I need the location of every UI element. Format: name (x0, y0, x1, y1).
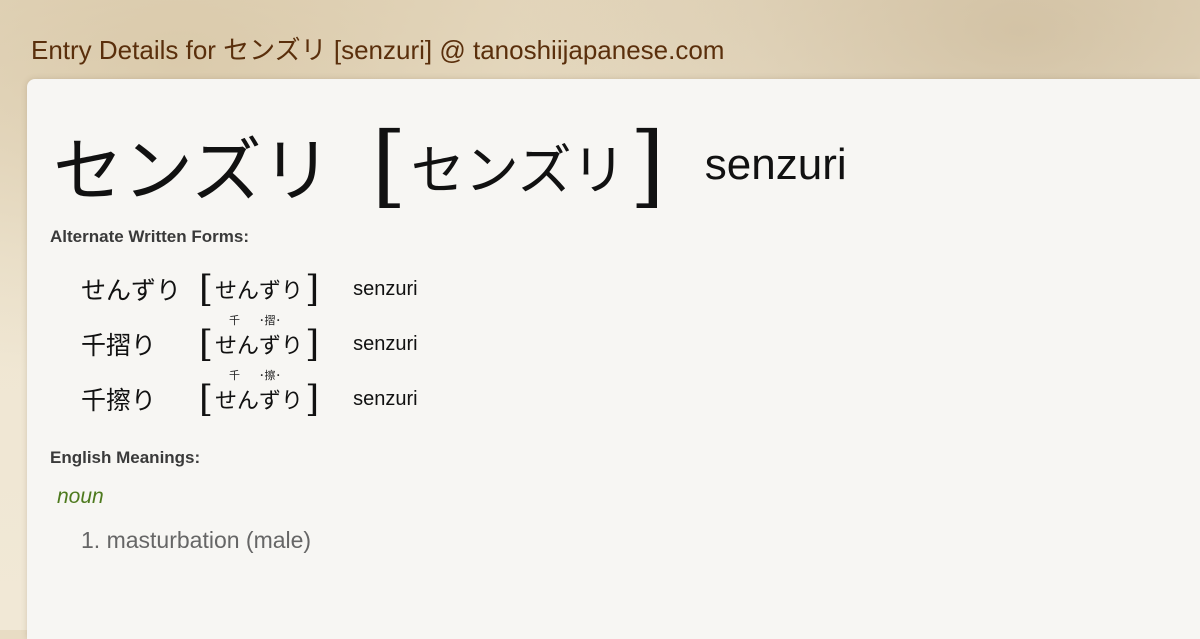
alternate-reading: 千 ･擦･ せんずり (215, 369, 304, 415)
page-title: Entry Details for センズリ [senzuri] @ tanos… (31, 35, 725, 65)
alternate-form-row: 千摺り [ 千 ･摺･ せんずり ] senzuri (81, 314, 418, 366)
reading-bracket-close: ] (305, 323, 320, 365)
alternate-reading: 千 ･摺･ せんずり (215, 314, 304, 360)
alternate-romaji: senzuri (353, 277, 418, 300)
alternate-written: 千擦り (81, 386, 157, 415)
reading-bracket-open: [ (371, 112, 407, 218)
entry-panel: センズリ [ センズリ ] senzuri Alternate Written … (27, 79, 1200, 639)
entry-reading: センズリ (410, 138, 626, 202)
alternate-written: 千摺り (81, 331, 157, 360)
alternate-reading-text: せんずり (215, 334, 304, 359)
alternate-reading-text: せんずり (215, 279, 304, 304)
meanings-list: 1. masturbation (male) (81, 527, 311, 554)
alternate-reading-text: せんずり (215, 389, 304, 414)
alternate-forms-label: Alternate Written Forms: (50, 227, 249, 246)
furigana: ･擦･ (259, 369, 282, 382)
alternate-form-row: せんずり [ せんずり ] senzuri (81, 267, 418, 311)
reading-bracket-open: [ (199, 268, 214, 310)
entry-romaji: senzuri (704, 140, 847, 189)
part-of-speech: noun (57, 485, 104, 508)
reading-bracket-close: ] (629, 112, 665, 218)
meaning-item: 1. masturbation (male) (81, 527, 312, 553)
reading-bracket-close: ] (305, 378, 320, 420)
alternate-reading: せんずり (215, 273, 303, 305)
entry-written: センズリ (53, 129, 332, 212)
alternate-written: せんずり (81, 276, 182, 305)
reading-bracket-close: ] (305, 268, 320, 310)
furigana: ･摺･ (259, 314, 282, 327)
furigana: 千 (229, 314, 241, 327)
main-entry: センズリ [ センズリ ] senzuri (53, 112, 847, 218)
alternate-romaji: senzuri (353, 387, 418, 410)
english-meanings-label: English Meanings: (50, 448, 201, 467)
reading-bracket-open: [ (199, 323, 214, 365)
reading-bracket-open: [ (199, 378, 214, 420)
alternate-form-row: 千擦り [ 千 ･擦･ せんずり ] senzuri (81, 369, 418, 421)
alternate-romaji: senzuri (353, 332, 418, 355)
furigana: 千 (229, 369, 241, 382)
